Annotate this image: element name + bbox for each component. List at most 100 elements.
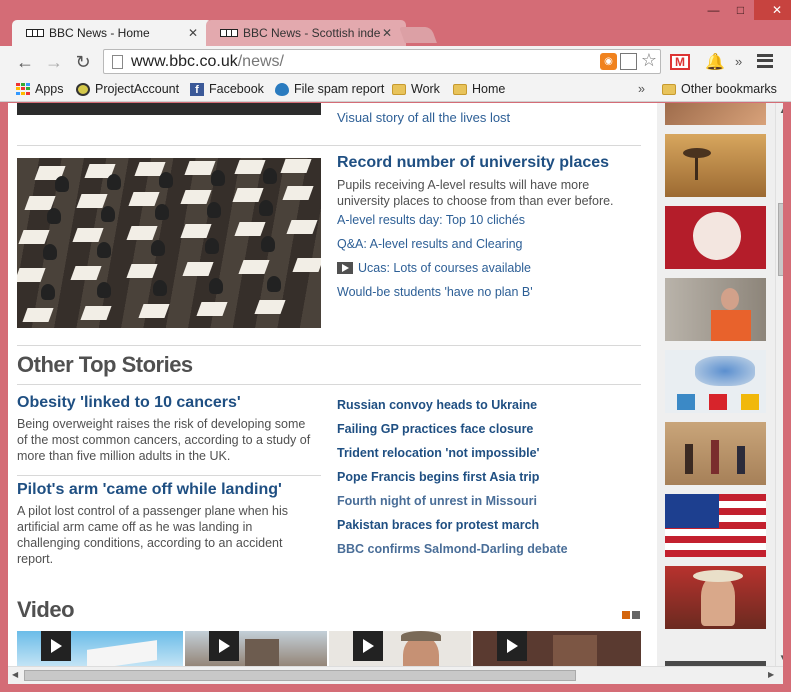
rail-thumbnail[interactable] [665, 566, 766, 629]
play-icon[interactable] [41, 631, 71, 661]
right-rail [657, 103, 775, 666]
story-description: A pilot lost control of a passenger plan… [17, 504, 289, 566]
video-thumbnail[interactable] [473, 631, 641, 666]
bbc-favicon-icon [220, 29, 238, 37]
forward-arrow-icon[interactable]: → [43, 52, 65, 72]
rail-thumbnail[interactable] [665, 422, 766, 485]
clock-icon [76, 82, 90, 96]
scroll-down-icon[interactable]: ▼ [779, 653, 783, 662]
maximize-button[interactable]: □ [727, 0, 754, 20]
related-link[interactable]: Would-be students 'have no plan B' [337, 285, 533, 299]
bookmark-other-bookmarks[interactable]: Other bookmarks [662, 82, 777, 96]
story-description: Being overweight raises the risk of deve… [17, 417, 311, 463]
top-story-link[interactable]: Russian convoy heads to Ukraine [337, 398, 537, 412]
story-title[interactable]: Pilot's arm 'came off while landing' [17, 481, 282, 499]
top-story-link[interactable]: Pakistan braces for protest march [337, 518, 539, 532]
close-icon[interactable]: ✕ [188, 26, 198, 40]
top-story-link[interactable]: Failing GP practices face closure [337, 422, 533, 436]
notification-bell-icon[interactable]: 🔔 [705, 52, 725, 72]
bookmarks-overflow-icon[interactable]: » [638, 82, 645, 96]
divider [17, 475, 321, 476]
bookmarks-bar: Apps ProjectAccount f Facebook File spam… [0, 78, 791, 102]
video-thumbnail[interactable] [329, 631, 471, 666]
rail-thumbnail[interactable] [665, 134, 766, 197]
related-link[interactable]: Visual story of all the lives lost [337, 110, 510, 125]
bookmark-file-spam-report[interactable]: File spam report [275, 82, 384, 96]
bookmark-apps[interactable]: Apps [16, 82, 64, 96]
bookmark-star-icon[interactable]: ☆ [641, 50, 657, 71]
divider [17, 345, 641, 346]
reload-icon[interactable]: ↻ [72, 52, 94, 72]
carousel-dot-active[interactable] [622, 611, 630, 619]
folder-icon [662, 83, 676, 95]
section-heading-other-top-stories: Other Top Stories [17, 352, 193, 377]
new-tab-button[interactable] [399, 27, 437, 43]
top-story-link[interactable]: BBC confirms Salmond-Darling debate [337, 542, 568, 556]
lead-story-title[interactable]: Record number of university places [337, 154, 609, 172]
carousel-dot[interactable] [632, 611, 640, 619]
bookmark-facebook[interactable]: f Facebook [190, 82, 264, 96]
page-viewport: Visual story of all the lives lost Recor… [8, 103, 783, 666]
extensions-overflow-icon[interactable]: » [735, 54, 742, 69]
rail-thumbnail[interactable] [665, 103, 766, 125]
related-link[interactable]: Q&A: A-level results and Clearing [337, 237, 523, 251]
scroll-left-icon[interactable]: ◀ [12, 670, 18, 679]
horizontal-scrollbar[interactable]: ◀ ▶ [8, 666, 783, 684]
story-title[interactable]: Obesity 'linked to 10 cancers' [17, 394, 241, 412]
rss-icon[interactable]: ◉ [600, 53, 617, 70]
top-story-link[interactable]: Fourth night of unrest in Missouri [337, 494, 537, 508]
news-main-column: Visual story of all the lives lost Recor… [17, 103, 641, 666]
divider [17, 384, 641, 385]
vertical-scrollbar[interactable]: ▲ ▼ [775, 103, 783, 666]
rail-thumbnail[interactable] [665, 206, 766, 269]
chrome-menu-icon[interactable] [757, 53, 773, 69]
scroll-up-icon[interactable]: ▲ [779, 106, 783, 115]
exam-hall-image[interactable] [17, 158, 321, 328]
scroll-right-icon[interactable]: ▶ [768, 670, 774, 679]
apps-icon [16, 82, 30, 96]
back-arrow-icon[interactable]: ← [14, 52, 36, 72]
gmail-extension-icon[interactable]: M [670, 54, 690, 70]
rail-thumbnail[interactable] [665, 278, 766, 341]
address-bar[interactable]: www.bbc.co.uk /news/ ◉ ☆ [103, 49, 661, 74]
story-image[interactable] [17, 103, 321, 115]
minimize-button[interactable]: — [700, 0, 727, 20]
browser-window: — □ ✕ BBC News - Home ✕ BBC News - Scott… [0, 0, 791, 692]
scrollbar-thumb[interactable] [778, 203, 783, 276]
url-host: www.bbc.co.uk [131, 52, 238, 70]
related-link[interactable]: A-level results day: Top 10 clichés [337, 213, 525, 227]
bookmark-folder-work[interactable]: Work [392, 82, 440, 96]
divider [17, 145, 641, 146]
url-path: /news/ [237, 52, 284, 70]
reader-icon[interactable] [620, 53, 637, 70]
close-window-button[interactable]: ✕ [754, 0, 791, 20]
rail-thumbnail[interactable] [665, 494, 766, 557]
top-story-link[interactable]: Trident relocation 'not impossible' [337, 446, 540, 460]
facebook-icon: f [190, 82, 204, 96]
related-video-link[interactable]: Ucas: Lots of courses available [337, 261, 531, 275]
rail-thumbnail[interactable] [665, 350, 766, 413]
page-icon [112, 54, 123, 69]
lead-story-description: Pupils receiving A-level results will ha… [337, 178, 614, 208]
bookmark-projectaccount[interactable]: ProjectAccount [76, 82, 179, 96]
play-icon[interactable] [209, 631, 239, 661]
video-carousel [17, 631, 641, 666]
bbc-favicon-icon [26, 29, 44, 37]
folder-icon [392, 83, 406, 95]
play-icon[interactable] [497, 631, 527, 661]
toolbar: ← → ↻ www.bbc.co.uk /news/ ◉ ☆ M 🔔 » [0, 46, 791, 78]
close-icon[interactable]: ✕ [382, 26, 392, 40]
section-heading-video: Video [17, 597, 75, 622]
play-icon[interactable] [353, 631, 383, 661]
scrollbar-thumb[interactable] [24, 670, 576, 681]
video-thumbnail[interactable] [17, 631, 183, 666]
tab-bbc-news-scottish[interactable]: BBC News - Scottish indep ✕ [206, 20, 406, 46]
top-story-link[interactable]: Pope Francis begins first Asia trip [337, 470, 539, 484]
tab-title: BBC News - Scottish indep [243, 26, 381, 40]
tab-bbc-news-home[interactable]: BBC News - Home ✕ [12, 20, 212, 46]
video-thumbnail[interactable] [185, 631, 327, 666]
tab-strip: BBC News - Home ✕ BBC News - Scottish in… [8, 18, 788, 46]
bookmark-folder-home[interactable]: Home [453, 82, 505, 96]
drupal-icon [275, 82, 289, 96]
tab-title: BBC News - Home [49, 26, 150, 40]
